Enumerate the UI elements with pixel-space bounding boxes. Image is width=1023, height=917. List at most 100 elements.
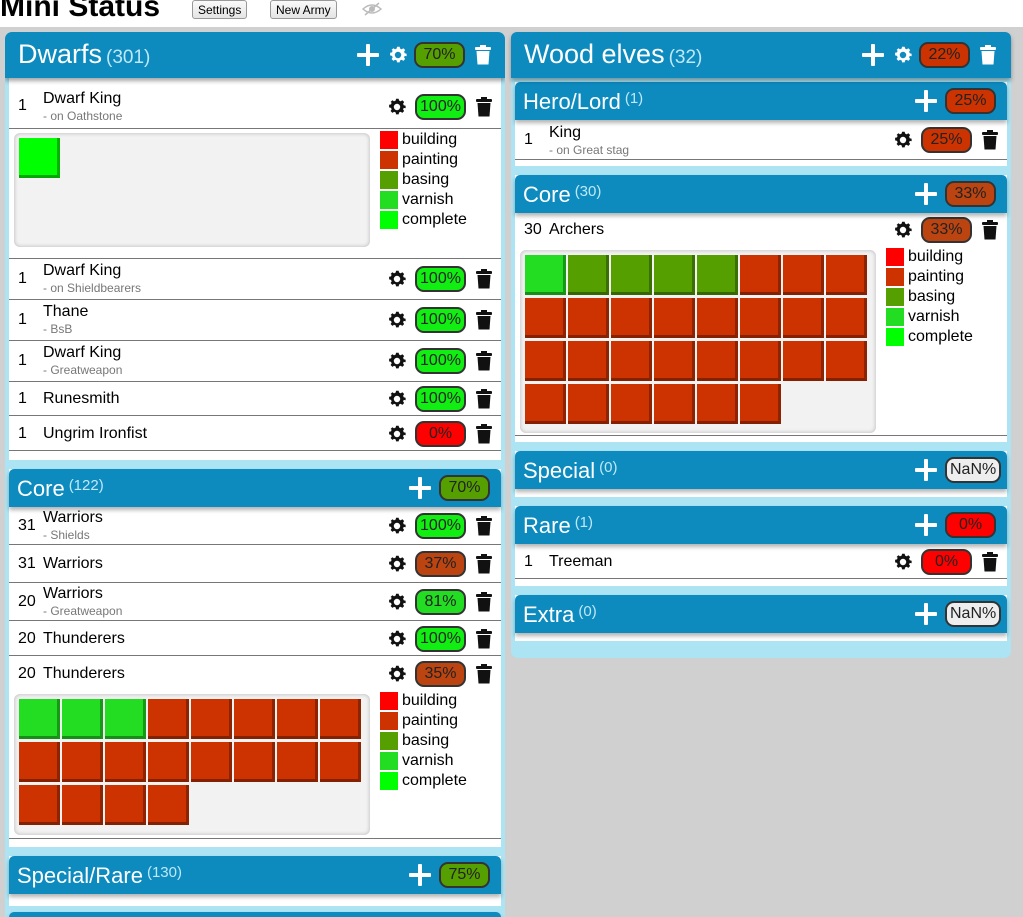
legend-item-complete[interactable]: complete	[380, 210, 467, 230]
unit-row[interactable]: 20 Thunderers 35%	[9, 656, 501, 691]
legend-item-painting[interactable]: painting	[380, 150, 467, 170]
model-cell-painting[interactable]	[740, 298, 781, 338]
settings-button[interactable]: Settings	[192, 0, 248, 19]
model-cell-painting[interactable]	[568, 298, 609, 338]
trash-icon[interactable]	[476, 97, 492, 117]
model-cell-painting[interactable]	[611, 298, 652, 338]
model-cell-painting[interactable]	[611, 384, 652, 424]
unit-row[interactable]: 1 King - on Great stag 25%	[515, 120, 1007, 160]
model-cell-painting[interactable]	[697, 384, 738, 424]
legend-item-building[interactable]: building	[886, 247, 973, 267]
model-cell-basing[interactable]	[611, 255, 652, 295]
legend-item-painting[interactable]: painting	[886, 267, 973, 287]
model-cell-painting[interactable]	[740, 255, 781, 295]
model-cell-painting[interactable]	[611, 341, 652, 381]
gear-icon[interactable]	[386, 388, 408, 410]
trash-icon[interactable]	[476, 629, 492, 649]
add-unit-icon[interactable]	[409, 864, 431, 886]
legend-item-complete[interactable]: complete	[380, 771, 467, 791]
gear-icon[interactable]	[386, 309, 408, 331]
legend-item-building[interactable]: building	[380, 130, 467, 150]
unit-row[interactable]: 1 Treeman 0%	[515, 544, 1007, 579]
model-cell-varnish[interactable]	[525, 255, 566, 295]
add-unit-icon[interactable]	[915, 183, 937, 205]
trash-icon[interactable]	[476, 310, 492, 330]
trash-icon[interactable]	[475, 45, 491, 65]
model-cell-painting[interactable]	[191, 699, 232, 739]
add-unit-icon[interactable]	[409, 477, 431, 499]
model-cell-painting[interactable]	[654, 384, 695, 424]
model-cell-varnish[interactable]	[19, 699, 60, 739]
model-cell-painting[interactable]	[148, 785, 189, 825]
gear-icon[interactable]	[386, 515, 408, 537]
model-cell-painting[interactable]	[62, 742, 103, 782]
trash-icon[interactable]	[476, 269, 492, 289]
legend-item-building[interactable]: building	[380, 691, 467, 711]
model-cell-painting[interactable]	[826, 298, 867, 338]
gear-icon[interactable]	[386, 268, 408, 290]
trash-icon[interactable]	[476, 592, 492, 612]
unit-row[interactable]: 1 Runesmith 100%	[9, 382, 501, 416]
trash-icon[interactable]	[982, 552, 998, 572]
gear-icon[interactable]	[386, 553, 408, 575]
unit-row[interactable]: 1 Dwarf King - Greatweapon 100%	[9, 341, 501, 382]
model-cell-painting[interactable]	[525, 341, 566, 381]
unit-row[interactable]: 1 Dwarf King - on Shieldbearers 100%	[9, 259, 501, 300]
trash-icon[interactable]	[476, 664, 492, 684]
unit-row[interactable]: 20 Warriors - Greatweapon 81%	[9, 583, 501, 621]
trash-icon[interactable]	[476, 351, 492, 371]
trash-icon[interactable]	[476, 554, 492, 574]
gear-icon[interactable]	[892, 129, 914, 151]
trash-icon[interactable]	[476, 389, 492, 409]
add-unit-icon[interactable]	[915, 459, 937, 481]
gear-icon[interactable]	[386, 591, 408, 613]
model-cell-painting[interactable]	[277, 699, 318, 739]
legend-item-varnish[interactable]: varnish	[380, 190, 467, 210]
model-cell-painting[interactable]	[654, 298, 695, 338]
add-section-icon[interactable]	[862, 44, 884, 66]
trash-icon[interactable]	[980, 45, 996, 65]
gear-icon[interactable]	[892, 551, 914, 573]
model-cell-painting[interactable]	[234, 742, 275, 782]
legend-item-basing[interactable]: basing	[380, 731, 467, 751]
model-cell-painting[interactable]	[105, 742, 146, 782]
add-unit-icon[interactable]	[915, 90, 937, 112]
trash-icon[interactable]	[476, 424, 492, 444]
legend-item-painting[interactable]: painting	[380, 711, 467, 731]
model-cell-painting[interactable]	[740, 341, 781, 381]
add-unit-icon[interactable]	[915, 603, 937, 625]
model-cell-complete[interactable]	[19, 138, 60, 178]
model-cell-varnish[interactable]	[62, 699, 103, 739]
unit-row[interactable]: 1 Ungrim Ironfist 0%	[9, 416, 501, 451]
add-unit-icon[interactable]	[915, 514, 937, 536]
gear-icon[interactable]	[387, 44, 409, 66]
model-cell-painting[interactable]	[191, 742, 232, 782]
model-cell-painting[interactable]	[234, 699, 275, 739]
legend-item-varnish[interactable]: varnish	[886, 307, 973, 327]
model-cell-painting[interactable]	[525, 298, 566, 338]
legend-item-basing[interactable]: basing	[380, 170, 467, 190]
model-cell-painting[interactable]	[783, 341, 824, 381]
model-cell-basing[interactable]	[654, 255, 695, 295]
model-cell-painting[interactable]	[148, 742, 189, 782]
legend-item-complete[interactable]: complete	[886, 327, 973, 347]
new-army-button[interactable]: New Army	[270, 0, 337, 19]
model-cell-painting[interactable]	[783, 298, 824, 338]
model-cell-painting[interactable]	[740, 384, 781, 424]
gear-icon[interactable]	[386, 628, 408, 650]
model-cell-basing[interactable]	[568, 255, 609, 295]
model-cell-painting[interactable]	[148, 699, 189, 739]
model-cell-painting[interactable]	[525, 384, 566, 424]
gear-icon[interactable]	[386, 423, 408, 445]
gear-icon[interactable]	[386, 663, 408, 685]
add-section-icon[interactable]	[357, 44, 379, 66]
model-cell-painting[interactable]	[19, 742, 60, 782]
unit-row[interactable]: 31 Warriors - Shields 100%	[9, 507, 501, 545]
trash-icon[interactable]	[982, 220, 998, 240]
trash-icon[interactable]	[982, 130, 998, 150]
model-cell-painting[interactable]	[62, 785, 103, 825]
gear-icon[interactable]	[386, 350, 408, 372]
legend-item-basing[interactable]: basing	[886, 287, 973, 307]
model-cell-painting[interactable]	[697, 341, 738, 381]
gear-icon[interactable]	[892, 219, 914, 241]
